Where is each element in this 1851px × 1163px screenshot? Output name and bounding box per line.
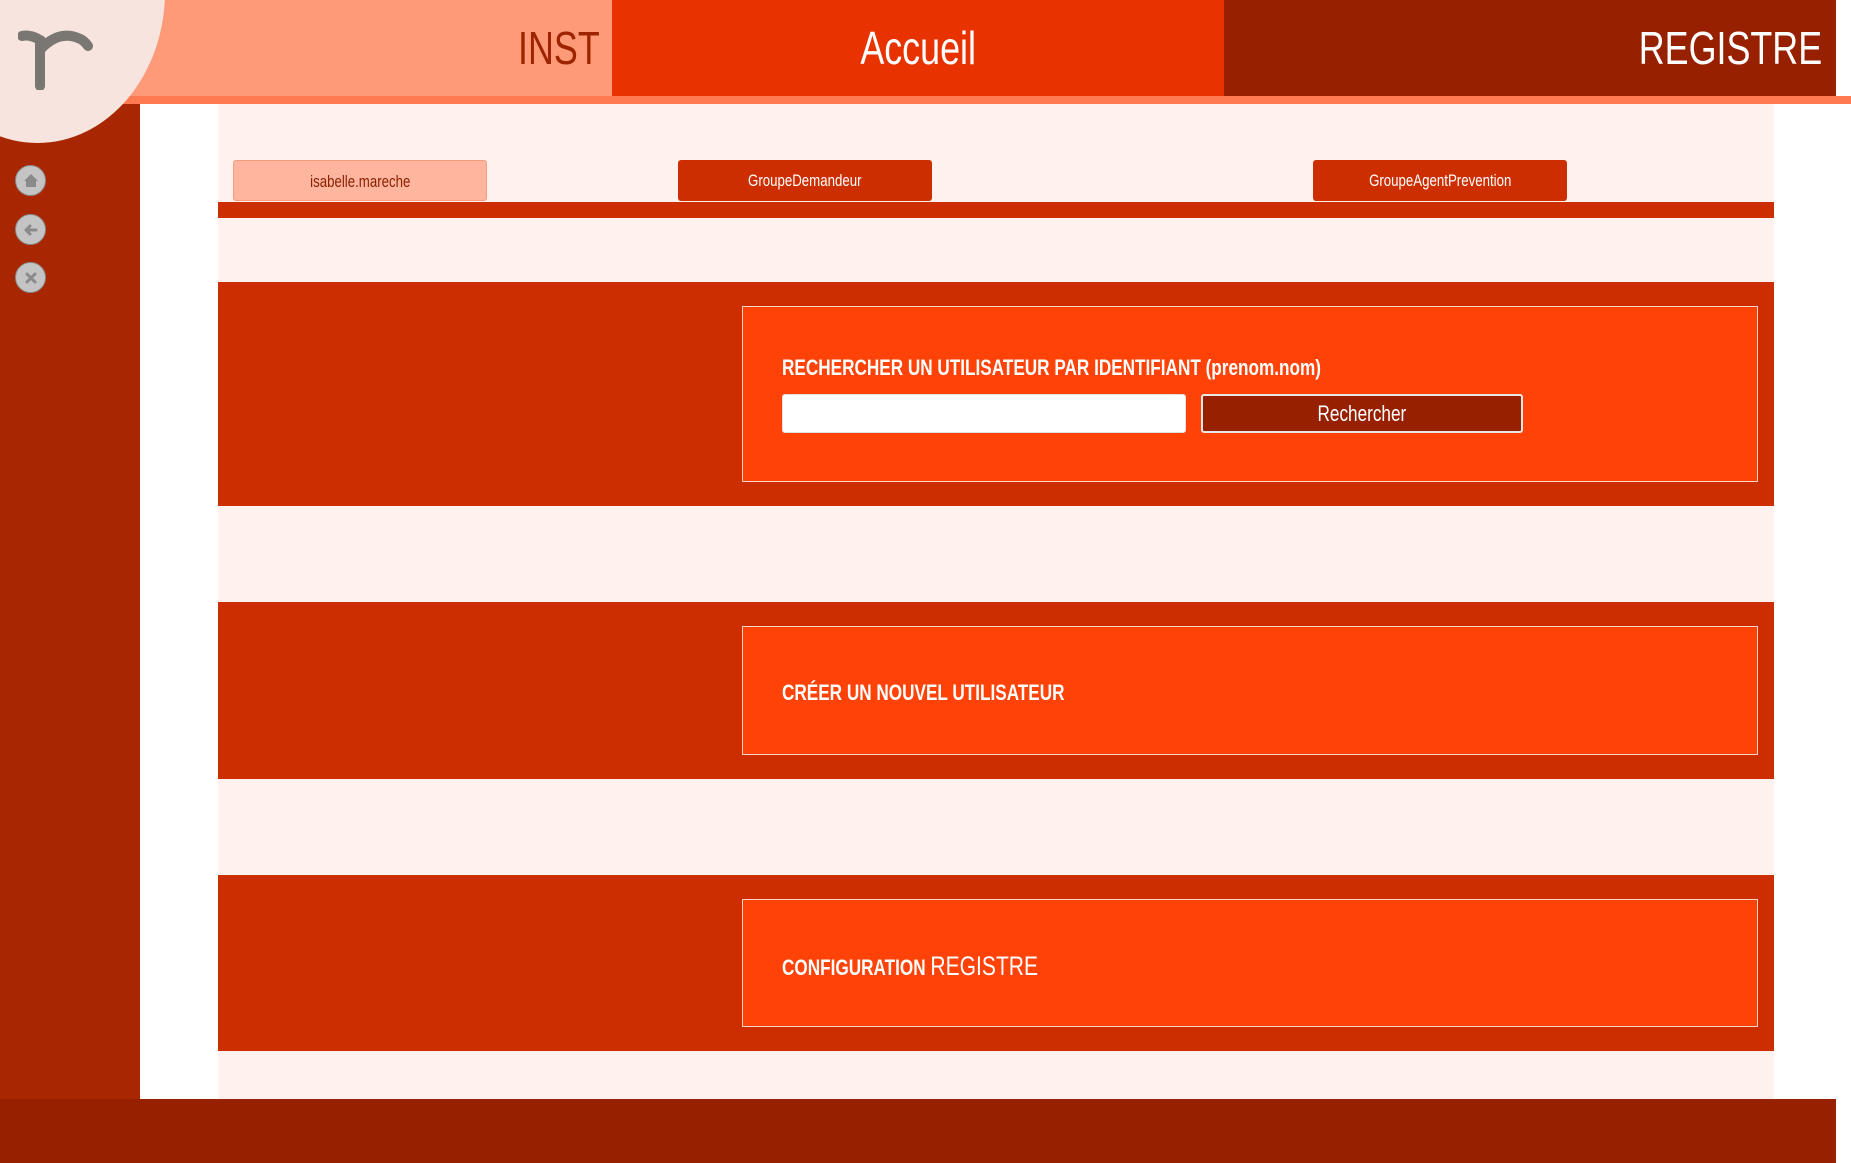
search-title: RECHERCHER UN UTILISATEUR PAR IDENTIFIAN…	[782, 355, 1321, 380]
tab-groupe-demandeur[interactable]: GroupeDemandeur	[678, 160, 932, 201]
create-user-title: CRÉER UN NOUVEL UTILISATEUR	[782, 680, 1065, 705]
logo[interactable]	[17, 26, 94, 91]
configuration-title-bold: CONFIGURATION	[782, 955, 926, 980]
tab-group1-label: GroupeDemandeur	[748, 171, 862, 190]
home-label: Accueil	[860, 22, 976, 74]
search-button[interactable]: Rechercher	[1201, 394, 1523, 433]
close-button[interactable]	[15, 262, 46, 293]
home-link[interactable]: Accueil	[612, 0, 1224, 96]
registre-link[interactable]: REGISTRE	[1450, 0, 1822, 96]
inst-link[interactable]: INST	[400, 0, 600, 96]
search-button-label: Rechercher	[1317, 401, 1407, 426]
tabs-underline-bar	[218, 202, 1774, 218]
back-arrow-icon	[24, 224, 37, 235]
sidebar	[0, 104, 140, 1099]
home-icon	[23, 173, 38, 187]
configuration-title-light: REGISTRE	[930, 951, 1039, 981]
tab-user-label: isabelle.mareche	[309, 172, 411, 191]
home-button[interactable]	[15, 165, 46, 196]
configuration-title: CONFIGURATION REGISTRE	[782, 948, 1110, 984]
logo-r-icon	[17, 30, 93, 91]
back-button[interactable]	[15, 214, 46, 245]
tab-groupe-agent-prevention[interactable]: GroupeAgentPrevention	[1313, 160, 1567, 201]
search-input[interactable]	[782, 394, 1186, 433]
tab-group2-label: GroupeAgentPrevention	[1368, 171, 1512, 190]
tab-user[interactable]: isabelle.mareche	[233, 160, 487, 201]
footer	[0, 1099, 1836, 1163]
inst-label: INST	[518, 22, 600, 74]
registre-label: REGISTRE	[1638, 22, 1822, 74]
close-icon	[25, 272, 36, 283]
header-accent-strip	[0, 96, 1851, 104]
